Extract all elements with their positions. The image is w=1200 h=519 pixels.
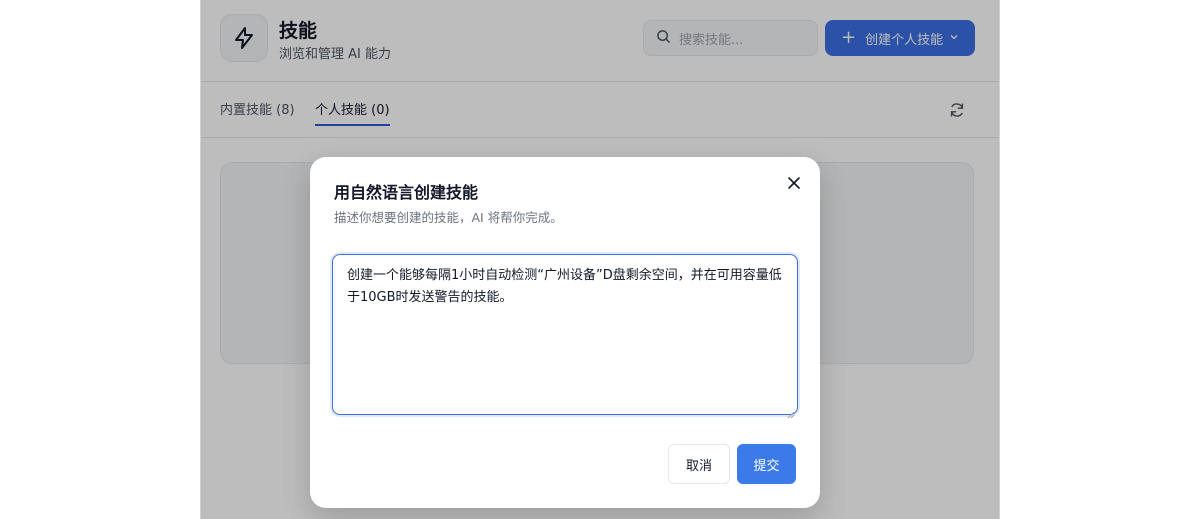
skill-description-textarea[interactable]: 创建一个能够每隔1小时自动检测“广州设备”D盘剩余空间，并在可用容量低于10GB…: [332, 254, 798, 415]
submit-button[interactable]: 提交: [737, 444, 796, 484]
resize-handle-icon[interactable]: [787, 404, 795, 419]
close-icon[interactable]: [787, 175, 803, 191]
cancel-button[interactable]: 取消: [668, 444, 730, 484]
create-skill-dialog: 用自然语言创建技能 描述你想要创建的技能，AI 将帮你完成。 创建一个能够每隔1…: [310, 157, 820, 508]
dialog-description: 描述你想要创建的技能，AI 将帮你完成。: [334, 210, 563, 225]
dialog-title: 用自然语言创建技能: [334, 183, 479, 202]
